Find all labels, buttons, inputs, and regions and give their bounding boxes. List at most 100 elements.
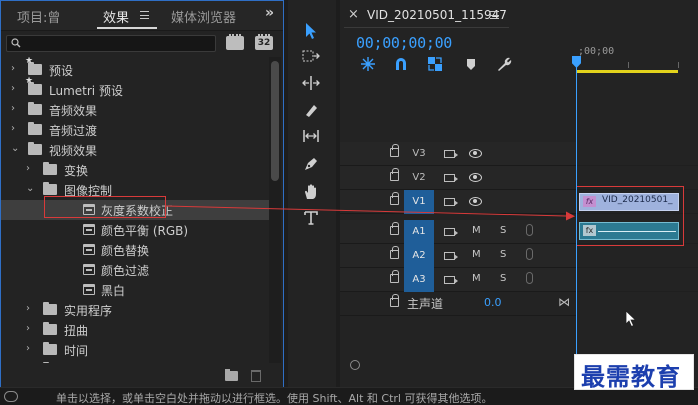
- chevron-right-icon[interactable]: ›: [26, 303, 30, 314]
- mute-button[interactable]: M: [472, 273, 481, 284]
- work-area-bar[interactable]: [576, 70, 678, 73]
- mic-icon[interactable]: [526, 248, 533, 260]
- track-target-v3[interactable]: V3: [404, 142, 434, 166]
- effects-tree-item[interactable]: › 音频过渡: [1, 120, 269, 140]
- chevron-right-icon[interactable]: ›: [26, 323, 30, 334]
- track-target-v2[interactable]: V2: [404, 166, 434, 190]
- mute-button[interactable]: M: [472, 249, 481, 260]
- tree-scrollbar[interactable]: [269, 57, 281, 363]
- lock-icon[interactable]: [390, 222, 399, 235]
- new-bin-icon[interactable]: [225, 369, 238, 381]
- effects-tree-item[interactable]: 颜色过滤: [1, 260, 269, 280]
- track-target-a3[interactable]: A3: [404, 268, 434, 292]
- track-lane[interactable]: [576, 268, 698, 292]
- nest-insert-icon[interactable]: [360, 56, 376, 72]
- chevron-right-icon[interactable]: ›: [26, 163, 30, 174]
- folder-icon: [43, 342, 57, 355]
- solo-button[interactable]: S: [500, 273, 506, 284]
- lock-icon[interactable]: [390, 270, 399, 283]
- tree-scroll-thumb[interactable]: [271, 61, 279, 181]
- sync-lock-icon[interactable]: [444, 174, 458, 182]
- effects-tree-item[interactable]: ›杂色与颗粒: [1, 360, 269, 363]
- track-select-tool-icon[interactable]: [300, 46, 322, 68]
- chevron-down-icon[interactable]: ⌄: [26, 183, 34, 194]
- effects-tree-item[interactable]: ⌄ 视频效果: [1, 140, 269, 160]
- playhead-line[interactable]: [576, 58, 577, 368]
- trash-icon[interactable]: [251, 370, 261, 382]
- chevron-right-icon[interactable]: ›: [11, 63, 15, 74]
- chevron-right-icon[interactable]: ›: [26, 343, 30, 354]
- effects-tree-item[interactable]: › 扭曲: [1, 320, 269, 340]
- master-volume-value[interactable]: 0.0: [484, 296, 502, 309]
- sync-lock-icon[interactable]: [444, 276, 458, 284]
- effect-highlight-annotation: [44, 196, 166, 218]
- lock-icon[interactable]: [390, 246, 399, 259]
- sync-lock-icon[interactable]: [444, 252, 458, 260]
- pen-tool-icon[interactable]: [300, 154, 322, 176]
- effects-tree-item[interactable]: › 实用程序: [1, 300, 269, 320]
- track-lane[interactable]: [576, 142, 698, 166]
- mic-icon[interactable]: [526, 272, 533, 284]
- 32-bit-effects-button[interactable]: 32: [255, 34, 273, 50]
- effects-tree-item[interactable]: › 音频效果: [1, 100, 269, 120]
- track-header: V3: [340, 142, 576, 166]
- slip-tool-icon[interactable]: [300, 126, 322, 148]
- effects-panel-menu-icon[interactable]: [140, 11, 149, 19]
- mic-icon[interactable]: [526, 224, 533, 236]
- folder-icon: [28, 122, 42, 135]
- type-tool-icon[interactable]: [300, 208, 322, 230]
- sync-lock-icon[interactable]: [444, 198, 458, 206]
- lock-icon[interactable]: [390, 168, 399, 181]
- ripple-edit-tool-icon[interactable]: [300, 73, 322, 95]
- lock-icon[interactable]: [390, 294, 399, 307]
- accelerated-effects-button[interactable]: [226, 34, 244, 50]
- panel-overflow-icon[interactable]: »: [265, 5, 274, 21]
- razor-tool-icon[interactable]: [300, 100, 322, 122]
- chevron-right-icon[interactable]: ›: [11, 103, 15, 114]
- effects-tree-item[interactable]: 颜色替换: [1, 240, 269, 260]
- tab-project[interactable]: 项目:曾: [17, 7, 60, 26]
- time-ruler[interactable]: ;00;00: [576, 30, 698, 74]
- chevron-right-icon[interactable]: ›: [11, 83, 15, 94]
- chevron-down-icon[interactable]: ⌄: [11, 143, 19, 154]
- effects-tree-item[interactable]: › 时间: [1, 340, 269, 360]
- hand-tool-icon[interactable]: [300, 181, 322, 203]
- effects-tree-item-label: 颜色平衡 (RGB): [101, 224, 189, 238]
- solo-button[interactable]: S: [500, 249, 506, 260]
- effects-tree-item-label: 音频过渡: [49, 124, 98, 138]
- sync-lock-icon[interactable]: [444, 228, 458, 236]
- effects-tree-item[interactable]: 颜色平衡 (RGB): [1, 220, 269, 240]
- sequence-menu-icon[interactable]: [490, 11, 499, 19]
- selection-tool-icon[interactable]: [300, 20, 322, 42]
- effects-tree-item[interactable]: › 预设: [1, 57, 269, 80]
- snap-icon[interactable]: [393, 56, 409, 72]
- lock-icon[interactable]: [390, 144, 399, 157]
- add-marker-icon[interactable]: [463, 56, 479, 72]
- track-target-a1[interactable]: A1: [404, 220, 434, 244]
- track-lane[interactable]: [576, 244, 698, 268]
- go-to-end-icon[interactable]: ⋈: [558, 295, 570, 309]
- mute-button[interactable]: M: [472, 225, 481, 236]
- linked-selection-icon[interactable]: [427, 56, 443, 72]
- search-input[interactable]: [6, 35, 216, 52]
- effects-tree-item[interactable]: 黑白: [1, 280, 269, 300]
- wrench-icon[interactable]: [496, 56, 512, 72]
- solo-button[interactable]: S: [500, 225, 506, 236]
- scroll-handle-icon[interactable]: [350, 360, 360, 370]
- close-icon[interactable]: ×: [348, 7, 359, 22]
- lock-icon[interactable]: [390, 192, 399, 205]
- tab-effects[interactable]: 效果: [103, 7, 129, 26]
- effects-tree-item[interactable]: › Lumetri 预设: [1, 76, 269, 100]
- tab-media-browser[interactable]: 媒体浏览器: [171, 7, 236, 26]
- effects-tree-item[interactable]: › 变换: [1, 160, 269, 180]
- sequence-tab[interactable]: VID_20210501_115947: [367, 8, 507, 22]
- chevron-right-icon[interactable]: ›: [11, 123, 15, 134]
- eye-icon[interactable]: [469, 173, 482, 182]
- playhead-timecode[interactable]: 00;00;00;00: [356, 34, 452, 52]
- star-folder-icon: [25, 76, 42, 95]
- eye-icon[interactable]: [469, 197, 482, 206]
- track-target-v1[interactable]: V1: [404, 190, 434, 214]
- track-target-a2[interactable]: A2: [404, 244, 434, 268]
- eye-icon[interactable]: [469, 149, 482, 158]
- sync-lock-icon[interactable]: [444, 150, 458, 158]
